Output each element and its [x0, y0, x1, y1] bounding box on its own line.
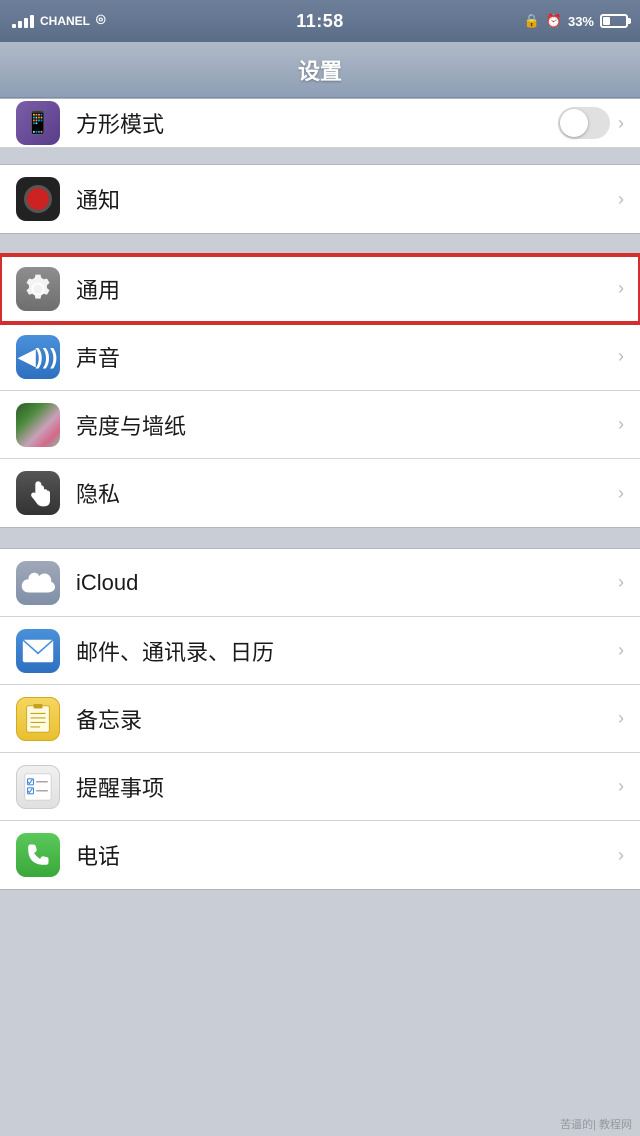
notes-chevron: ›	[618, 708, 624, 729]
general-icon	[16, 267, 60, 311]
settings-list-2: 通用 › ◀))) 声音 › 亮度与墙纸 ›	[0, 254, 640, 528]
gear-icon	[22, 273, 54, 305]
signal-bar-4	[30, 15, 34, 28]
settings-group-3: iCloud › 邮件、通讯录、日历 ›	[0, 548, 640, 890]
sound-icon-symbol: ◀)))	[19, 344, 58, 370]
battery-percent-label: 33%	[568, 14, 594, 29]
mail-label: 邮件、通讯录、日历	[76, 635, 618, 667]
row-brightness[interactable]: 亮度与墙纸 ›	[0, 391, 640, 459]
row-phone[interactable]: 电话 ›	[0, 821, 640, 889]
row-notes[interactable]: 备忘录 ›	[0, 685, 640, 753]
row-notifications[interactable]: 通知 ›	[0, 165, 640, 233]
notifications-icon-inner	[24, 185, 52, 213]
row-general[interactable]: 通用 ›	[0, 255, 640, 323]
signal-bar-2	[18, 21, 22, 28]
sound-chevron: ›	[618, 346, 624, 367]
flower-image	[16, 403, 60, 447]
mail-chevron: ›	[618, 640, 624, 661]
partial-toggle-wrapper	[558, 107, 610, 139]
icloud-icon	[16, 561, 60, 605]
settings-group-1: 通知 ›	[0, 164, 640, 234]
status-left: CHANEL ⌾	[12, 12, 106, 30]
row-mail[interactable]: 邮件、通讯录、日历 ›	[0, 617, 640, 685]
status-right: 🔒 ⏰ 33%	[524, 13, 628, 29]
alarm-icon: ⏰	[546, 13, 562, 29]
page-title: 设置	[298, 54, 342, 86]
partial-toggle[interactable]	[558, 107, 610, 139]
row-icloud[interactable]: iCloud ›	[0, 549, 640, 617]
row-privacy[interactable]: 隐私 ›	[0, 459, 640, 527]
signal-bar-1	[12, 24, 16, 28]
checklist-icon	[23, 772, 53, 802]
privacy-chevron: ›	[618, 483, 624, 504]
notes-icon	[16, 697, 60, 741]
status-time: 11:58	[296, 11, 344, 32]
mail-envelope-icon	[22, 639, 54, 663]
notes-pad-icon	[23, 704, 53, 734]
cloud-icon	[21, 570, 55, 596]
watermark: 苦逼的| 教程网	[560, 1116, 632, 1132]
settings-list-1: 通知 ›	[0, 164, 640, 234]
privacy-icon	[16, 471, 60, 515]
brightness-icon	[16, 403, 60, 447]
notifications-label: 通知	[76, 183, 618, 215]
signal-bars-icon	[12, 14, 34, 28]
mail-icon	[16, 629, 60, 673]
general-label: 通用	[76, 273, 618, 305]
notes-label: 备忘录	[76, 703, 618, 735]
notifications-icon	[16, 177, 60, 221]
privacy-label: 隐私	[76, 477, 618, 509]
phone-icon	[16, 833, 60, 877]
partial-toggle-knob	[560, 109, 588, 137]
notifications-chevron: ›	[618, 189, 624, 210]
nav-bar: 设置	[0, 42, 640, 98]
partial-icon: 📱	[16, 101, 60, 145]
sound-icon: ◀)))	[16, 335, 60, 379]
reminders-chevron: ›	[618, 776, 624, 797]
sound-label: 声音	[76, 341, 618, 373]
icloud-chevron: ›	[618, 572, 624, 593]
row-reminders[interactable]: 提醒事项 ›	[0, 753, 640, 821]
icloud-label: iCloud	[76, 570, 618, 596]
wifi-icon: ⌾	[96, 12, 106, 30]
settings-group-2: 通用 › ◀))) 声音 › 亮度与墙纸 ›	[0, 254, 640, 528]
battery-icon	[600, 14, 628, 28]
settings-content: 📱 方形模式 › 通知 ›	[0, 98, 640, 890]
partial-row: 📱 方形模式 ›	[0, 98, 640, 148]
battery-fill	[603, 17, 610, 25]
phone-chevron: ›	[618, 845, 624, 866]
settings-list-3: iCloud › 邮件、通讯录、日历 ›	[0, 548, 640, 890]
brightness-label: 亮度与墙纸	[76, 409, 618, 441]
carrier-label: CHANEL	[40, 14, 90, 28]
row-sound[interactable]: ◀))) 声音 ›	[0, 323, 640, 391]
status-bar: CHANEL ⌾ 11:58 🔒 ⏰ 33%	[0, 0, 640, 42]
lock-icon: 🔒	[524, 13, 540, 29]
hand-icon	[24, 478, 52, 508]
brightness-chevron: ›	[618, 414, 624, 435]
general-chevron: ›	[618, 278, 624, 299]
reminders-icon	[16, 765, 60, 809]
signal-bar-3	[24, 18, 28, 28]
settings-group-partial: 📱 方形模式 ›	[0, 98, 640, 148]
phone-label: 电话	[76, 839, 618, 871]
partial-chevron: ›	[618, 113, 624, 134]
partial-label: 方形模式	[76, 107, 558, 139]
reminders-label: 提醒事项	[76, 771, 618, 803]
phone-handset-icon	[24, 841, 52, 869]
